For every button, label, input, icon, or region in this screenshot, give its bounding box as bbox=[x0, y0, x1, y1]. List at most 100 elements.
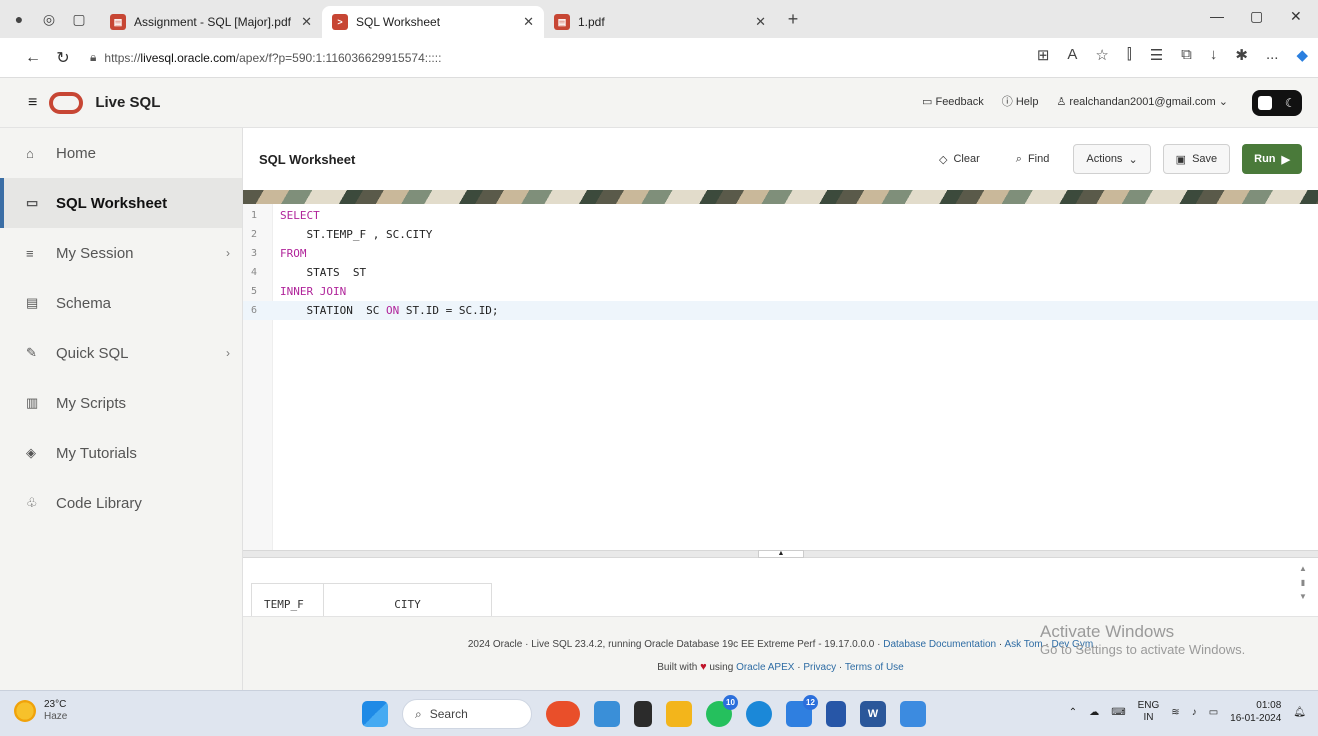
back-icon[interactable]: ← bbox=[18, 49, 48, 67]
sidebar-item-label: SQL Worksheet bbox=[56, 194, 168, 212]
help-link[interactable]: ⓘ Help bbox=[1002, 93, 1039, 109]
weather-widget[interactable]: 23°C Haze bbox=[14, 699, 67, 723]
workspaces-icon[interactable]: ◎ bbox=[38, 8, 60, 30]
pre-app-icon[interactable] bbox=[594, 701, 620, 727]
tab-actions-icon[interactable]: ▢ bbox=[68, 8, 90, 30]
sidebar-item-code-library[interactable]: ♧ Code Library bbox=[0, 478, 242, 528]
profile-icon[interactable]: ● bbox=[8, 8, 30, 30]
settings-menu-icon[interactable]: ... bbox=[1266, 46, 1279, 64]
database-documentation-link[interactable]: Database Documentation bbox=[883, 639, 996, 650]
clear-button[interactable]: ◇ Clear bbox=[927, 144, 992, 174]
taskbar-search[interactable]: ⌕ Search bbox=[402, 699, 532, 729]
close-window-icon[interactable]: ✕ bbox=[1290, 8, 1302, 25]
brand-title: Live SQL bbox=[95, 94, 161, 111]
photos-icon[interactable] bbox=[900, 701, 926, 727]
code-line: 3 FROM bbox=[243, 244, 1318, 263]
chevron-up-icon[interactable]: ⌃ bbox=[1069, 707, 1077, 718]
minimize-icon[interactable]: — bbox=[1210, 8, 1224, 24]
splitter-handle-icon[interactable]: ▲ bbox=[758, 550, 804, 558]
help-icon: ⓘ bbox=[1001, 96, 1013, 108]
play-icon: ▶ bbox=[1281, 153, 1290, 166]
keyword-on: ON bbox=[385, 304, 400, 317]
oracle-apex-link[interactable]: Oracle APEX bbox=[736, 662, 794, 673]
theme-toggle[interactable]: ☾ bbox=[1252, 90, 1302, 116]
tab-1-pdf[interactable]: ▤ 1.pdf ✕ bbox=[544, 6, 776, 38]
edge-icon[interactable] bbox=[746, 701, 772, 727]
clock[interactable]: 01:08 16-01-2024 bbox=[1230, 699, 1281, 725]
notes-icon[interactable] bbox=[826, 701, 846, 727]
start-icon[interactable] bbox=[362, 701, 388, 727]
read-aloud-icon[interactable]: A bbox=[1067, 46, 1077, 64]
line-number: 1 bbox=[251, 210, 258, 221]
actions-menu[interactable]: Actions ⌄ bbox=[1073, 144, 1151, 174]
code-text: FROM bbox=[280, 247, 307, 260]
save-button[interactable]: ▣ Save bbox=[1162, 144, 1231, 174]
close-tab-icon[interactable]: ✕ bbox=[755, 14, 766, 30]
line-number: 3 bbox=[251, 248, 258, 259]
url-path: /apex/f?p=590:1:116036629915574::::: bbox=[235, 50, 442, 65]
sidebar-item-label: Home bbox=[56, 144, 97, 162]
sidebar-item-my-scripts[interactable]: ▥ My Scripts bbox=[0, 378, 242, 428]
sql-editor[interactable]: 1 SELECT 2 ST.TEMP_F , SC.CITY 3 FROM 4 ST… bbox=[243, 204, 1318, 550]
game-app-icon[interactable] bbox=[546, 701, 580, 727]
feedback-link[interactable]: ▭ Feedback bbox=[922, 95, 984, 108]
sidebar-item-sql-worksheet[interactable]: ▭ SQL Worksheet bbox=[0, 178, 242, 228]
whatsapp-icon[interactable]: 10 bbox=[706, 695, 738, 727]
split-screen-icon[interactable]: ⫿ bbox=[1127, 46, 1132, 64]
line-number: 4 bbox=[251, 267, 258, 278]
results-scrollbar[interactable]: ▲ ▮ ▼ bbox=[1298, 562, 1308, 604]
windows-taskbar: 23°C Haze ⌕ Search 10 12 W ⌃ ☁ ⌨ ENG IN ≋ … bbox=[0, 690, 1318, 736]
wifi-icon[interactable]: ≋ bbox=[1171, 707, 1179, 718]
terminal-icon[interactable] bbox=[634, 701, 652, 727]
chevron-right-icon: › bbox=[226, 246, 230, 260]
restore-icon[interactable]: ▢ bbox=[1250, 8, 1263, 25]
tab-sql-worksheet[interactable]: > SQL Worksheet ✕ bbox=[322, 6, 544, 38]
url-field[interactable]: 🔒︎ https://livesql.oracle.com/apex/f?p=5… bbox=[90, 50, 441, 65]
favorite-icon[interactable]: ☆ bbox=[1095, 46, 1108, 64]
terms-link[interactable]: Terms of Use bbox=[845, 662, 904, 673]
battery-icon[interactable]: ▭ bbox=[1209, 707, 1218, 718]
refresh-icon[interactable]: ↻ bbox=[48, 48, 78, 68]
new-tab-button[interactable]: + bbox=[782, 8, 804, 30]
sidebar-item-schema[interactable]: ▤ Schema bbox=[0, 278, 242, 328]
ask-tom-link[interactable]: Ask Tom bbox=[1004, 639, 1042, 650]
file-explorer-icon[interactable] bbox=[666, 701, 692, 727]
oracle-logo bbox=[49, 91, 84, 114]
pdf-icon: ▤ bbox=[110, 14, 126, 30]
app-available-icon[interactable]: ⊞ bbox=[1037, 46, 1050, 64]
sidebar-item-label: Code Library bbox=[56, 494, 142, 512]
language-indicator[interactable]: ENG IN bbox=[1138, 700, 1160, 724]
user-menu[interactable]: ♙ realchandan2001@gmail.com ⌄ bbox=[1056, 95, 1228, 108]
search-icon: ⌕ bbox=[415, 706, 422, 721]
code-library-icon: ♧ bbox=[26, 495, 38, 510]
privacy-link[interactable]: Privacy bbox=[803, 662, 836, 673]
sidebar-item-quick-sql[interactable]: ✎ Quick SQL › bbox=[0, 328, 242, 378]
mail-icon[interactable]: 12 bbox=[786, 695, 818, 727]
pane-splitter[interactable]: ▲ bbox=[243, 550, 1318, 558]
downloads-icon[interactable]: ↓ bbox=[1210, 46, 1218, 64]
extensions-icon[interactable]: ✱ bbox=[1235, 46, 1248, 64]
find-button[interactable]: ⌕ Find bbox=[1004, 144, 1062, 174]
code-text: STATS ST bbox=[280, 266, 367, 279]
code-line-active: 6 STATION SC ON ST.ID = SC.ID; bbox=[243, 301, 1318, 320]
notification-bell-icon[interactable]: 🔔︎ bbox=[1293, 707, 1306, 718]
sql-icon: > bbox=[332, 14, 348, 30]
sidebar-item-my-tutorials[interactable]: ◈ My Tutorials bbox=[0, 428, 242, 478]
sidebar-item-my-session[interactable]: ≡ My Session › bbox=[0, 228, 242, 278]
collections-icon[interactable]: ⧉ bbox=[1181, 46, 1192, 64]
close-tab-icon[interactable]: ✕ bbox=[301, 14, 312, 30]
word-icon[interactable]: W bbox=[860, 701, 886, 727]
keyboard-icon[interactable]: ⌨ bbox=[1111, 707, 1125, 718]
sidebar-item-home[interactable]: ⌂ Home bbox=[0, 128, 242, 178]
session-icon: ≡ bbox=[26, 245, 34, 261]
menu-toggle-icon[interactable]: ≡ bbox=[28, 94, 37, 112]
weather-text: 23°C Haze bbox=[44, 699, 67, 723]
worksheet-icon: ▭ bbox=[26, 195, 39, 210]
cloud-icon[interactable]: ☁ bbox=[1089, 707, 1099, 718]
favorites-list-icon[interactable]: ☰ bbox=[1150, 46, 1163, 64]
close-tab-icon[interactable]: ✕ bbox=[523, 14, 534, 30]
tab-assignment-pdf[interactable]: ▤ Assignment - SQL [Major].pdf ✕ bbox=[100, 6, 322, 38]
run-button[interactable]: Run ▶ bbox=[1242, 144, 1302, 174]
volume-icon[interactable]: ♪ bbox=[1192, 707, 1197, 718]
copilot-icon[interactable]: ◆ bbox=[1296, 46, 1308, 64]
